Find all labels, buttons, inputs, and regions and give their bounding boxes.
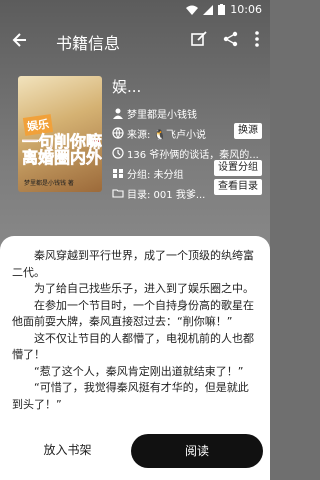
- folder-icon: [112, 187, 124, 199]
- set-group-button[interactable]: 设置分组: [214, 160, 262, 176]
- status-bar: 10:06: [0, 0, 270, 20]
- author-text: 梦里都是小钱钱: [127, 109, 197, 121]
- cover-author: 梦里都是小钱钱 著: [24, 180, 74, 187]
- book-intro[interactable]: 秦风穿越到平行世界，成了一个顶级的纨绔富二代。 为了给自己找些乐子，进入到了娱乐…: [12, 248, 258, 428]
- status-time: 10:06: [230, 3, 262, 16]
- app-bar: 书籍信息: [0, 22, 270, 58]
- read-button[interactable]: 阅读: [131, 434, 263, 468]
- back-arrow-icon[interactable]: [10, 30, 30, 50]
- intro-paragraph: 在参加一个节目时，一个自持身份高的歌星在他面前耍大牌，秦风直接怼过去：“削你嘛！…: [12, 298, 254, 329]
- globe-icon: [112, 127, 124, 139]
- share-icon[interactable]: [222, 30, 240, 48]
- author-row: 梦里都是小钱钱: [112, 103, 262, 123]
- intro-paragraph: 秦风穿越到平行世界，成了一个顶级的纨绔富二代。: [12, 249, 254, 279]
- switch-source-button[interactable]: 换源: [234, 123, 262, 139]
- book-name: 娱...: [112, 78, 142, 96]
- person-icon: [112, 107, 124, 119]
- battery-icon: [218, 4, 226, 15]
- wifi-icon: [186, 5, 199, 15]
- book-cover[interactable]: 娱乐 一句削你嘛 离婚圈内外 梦里都是小钱钱 著: [18, 76, 102, 192]
- intro-paragraph: “惹了这个人，秦风肯定刚出道就结束了！”: [34, 364, 244, 378]
- edit-icon[interactable]: [190, 30, 208, 48]
- more-vert-icon[interactable]: [254, 30, 260, 48]
- cover-title: 一句削你嘛 离婚圈内外: [22, 132, 102, 167]
- group-icon: [112, 167, 124, 179]
- page-title: 书籍信息: [56, 34, 121, 53]
- add-to-shelf-button[interactable]: 放入书架: [0, 434, 135, 466]
- intro-paragraph: 这不仅让节目的人都懵了，电视机前的人也都懵了！: [12, 331, 254, 362]
- clock-left: [8, 3, 12, 16]
- intro-paragraph: “可惜了，我觉得秦风挺有才华的，但是就此到头了！”: [12, 381, 249, 411]
- intro-paragraph: 为了给自己找些乐子，进入到了娱乐圈之中。: [34, 282, 254, 295]
- history-icon: [112, 147, 124, 159]
- latest-chapter-text: 136 爷孙俩的谈话，秦风的...: [127, 149, 259, 161]
- view-toc-button[interactable]: 查看目录: [214, 179, 262, 195]
- cellular-icon: [203, 4, 214, 15]
